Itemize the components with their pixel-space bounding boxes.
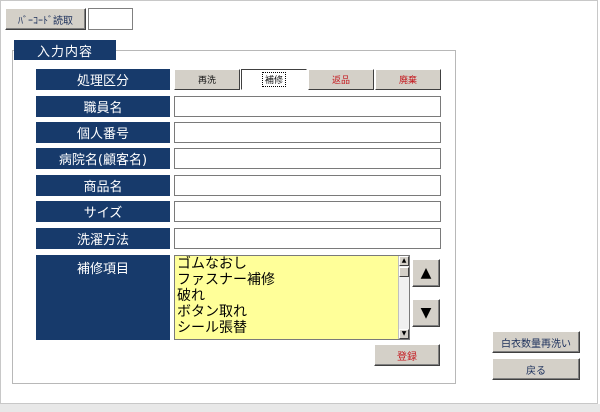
- size-label: サイズ: [36, 201, 170, 222]
- staff-name-label: 職員名: [36, 96, 170, 117]
- option-repair-label: 補修: [261, 72, 286, 87]
- hospital-name-label: 病院名(顧客名): [36, 148, 170, 169]
- move-down-button[interactable]: ▼: [412, 299, 440, 327]
- list-item[interactable]: ファスナー補修: [175, 272, 409, 288]
- scroll-down-icon[interactable]: ▼: [399, 329, 409, 339]
- repair-items-list[interactable]: ゴムなおし ファスナー補修 破れ ボタン取れ シール張替 ▲ ▼: [174, 255, 410, 340]
- list-item[interactable]: ゴムなおし: [175, 256, 409, 272]
- barcode-input[interactable]: [88, 8, 133, 30]
- move-up-button[interactable]: ▲: [412, 259, 440, 287]
- status-bar: [0, 404, 600, 412]
- section-title: 入力内容: [14, 40, 116, 60]
- register-button[interactable]: 登録: [374, 344, 440, 366]
- product-name-field[interactable]: [174, 175, 441, 196]
- option-rewash[interactable]: 再洗: [174, 69, 240, 90]
- wash-method-field[interactable]: [174, 228, 441, 249]
- option-dispose[interactable]: 廃棄: [375, 69, 441, 90]
- rewash-quantity-button[interactable]: 白衣数量再洗い: [492, 331, 580, 353]
- staff-name-field[interactable]: [174, 96, 441, 117]
- list-scrollbar[interactable]: ▲ ▼: [398, 256, 409, 339]
- list-item[interactable]: ボタン取れ: [175, 304, 409, 320]
- list-item[interactable]: 破れ: [175, 288, 409, 304]
- barcode-read-button[interactable]: ﾊﾞｰｺｰﾄﾞ読取: [5, 8, 86, 30]
- option-return[interactable]: 返品: [308, 69, 374, 90]
- repair-items-label: 補修項目: [36, 255, 170, 340]
- scroll-thumb[interactable]: [399, 267, 409, 277]
- back-button[interactable]: 戻る: [492, 358, 580, 380]
- arrow-down-icon: ▼: [420, 305, 432, 321]
- option-rewash-label: 再洗: [197, 76, 216, 86]
- hospital-name-field[interactable]: [174, 148, 441, 169]
- list-item[interactable]: シール張替: [175, 320, 409, 336]
- size-field[interactable]: [174, 201, 441, 222]
- option-dispose-label: 廃棄: [398, 76, 417, 86]
- wash-method-label: 洗濯方法: [36, 228, 170, 249]
- personal-number-label: 個人番号: [36, 122, 170, 143]
- product-name-label: 商品名: [36, 175, 170, 196]
- scroll-up-icon[interactable]: ▲: [399, 256, 409, 266]
- repair-items-label-text: 補修項目: [76, 262, 129, 277]
- personal-number-field[interactable]: [174, 122, 441, 143]
- option-repair[interactable]: 補修: [241, 69, 307, 90]
- option-return-label: 返品: [331, 76, 350, 86]
- process-type-label: 処理区分: [36, 69, 170, 90]
- arrow-up-icon: ▲: [420, 265, 432, 281]
